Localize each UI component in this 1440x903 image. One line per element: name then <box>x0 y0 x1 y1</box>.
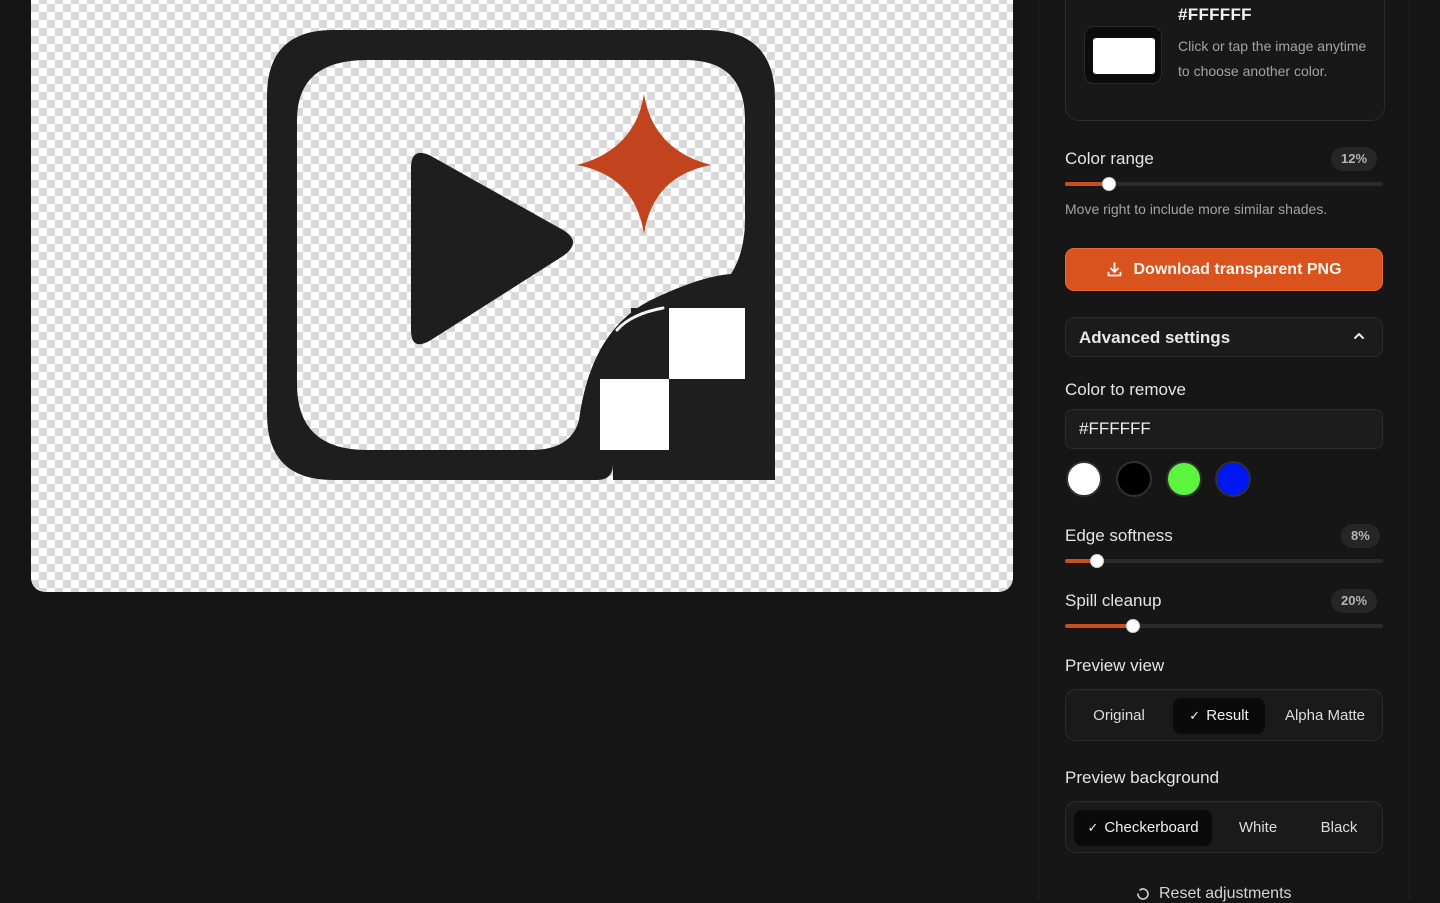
check-icon: ✓ <box>1189 708 1201 723</box>
color-range-slider[interactable] <box>1065 177 1383 191</box>
preview-view-original[interactable]: Original <box>1074 698 1164 734</box>
color-range-hint: Move right to include more similar shade… <box>1065 201 1328 217</box>
settings-panel: #FFFFFF Click or tap the image anytime t… <box>1038 0 1410 903</box>
preview-view-result-label: Result <box>1206 707 1249 724</box>
download-icon <box>1108 262 1122 277</box>
selected-color-fill <box>1093 38 1155 74</box>
logo-preview-image <box>267 30 775 480</box>
edge-softness-slider[interactable] <box>1065 554 1383 568</box>
preview-view-alpha-matte[interactable]: Alpha Matte <box>1275 698 1375 734</box>
color-range-value-badge: 12% <box>1331 147 1378 171</box>
spill-cleanup-value-badge: 20% <box>1331 589 1378 613</box>
edge-softness-handle[interactable] <box>1090 554 1104 568</box>
image-preview-canvas[interactable] <box>31 0 1013 592</box>
check-icon: ✓ <box>1087 820 1099 835</box>
preview-view-segmented-control: Original ✓ Result Alpha Matte <box>1065 689 1383 741</box>
advanced-settings-label: Advanced settings <box>1079 328 1231 347</box>
download-png-label: Download transparent PNG <box>1133 260 1342 278</box>
spill-cleanup-label: Spill cleanup <box>1065 591 1162 610</box>
app-window: #FFFFFF Click or tap the image anytime t… <box>0 0 1440 903</box>
color-to-remove-label: Color to remove <box>1065 380 1186 399</box>
spill-cleanup-fill <box>1065 624 1133 628</box>
selected-color-hex: #FFFFFF <box>1178 5 1252 24</box>
selected-color-hint: Click or tap the image anytime to choose… <box>1178 38 1367 79</box>
preview-view-label: Preview view <box>1065 656 1165 675</box>
selected-color-swatch[interactable] <box>1084 26 1162 84</box>
edge-softness-label: Edge softness <box>1065 526 1173 545</box>
color-range-handle[interactable] <box>1102 177 1116 191</box>
reset-adjustments-label: Reset adjustments <box>1159 885 1292 902</box>
preset-green-swatch[interactable] <box>1166 461 1202 497</box>
preview-background-segmented-control: ✓ Checkerboard White Black <box>1065 801 1383 853</box>
preview-background-white[interactable]: White <box>1218 810 1298 846</box>
play-icon <box>411 152 573 345</box>
preview-background-label: Preview background <box>1065 768 1220 787</box>
chevron-up-icon <box>1352 329 1366 343</box>
sparkle-icon <box>577 94 711 234</box>
preset-black-swatch[interactable] <box>1116 461 1152 497</box>
reset-adjustments-button[interactable]: Reset adjustments <box>1135 885 1292 903</box>
preset-white-swatch[interactable] <box>1066 461 1102 497</box>
preset-blue-swatch[interactable] <box>1215 461 1251 497</box>
edge-softness-value-badge: 8% <box>1341 524 1380 548</box>
download-png-button[interactable]: Download transparent PNG <box>1065 248 1383 291</box>
preview-background-checkerboard[interactable]: ✓ Checkerboard <box>1074 810 1212 846</box>
advanced-settings-toggle[interactable]: Advanced settings <box>1065 317 1383 357</box>
selected-color-card[interactable]: #FFFFFF Click or tap the image anytime t… <box>1065 0 1385 121</box>
preview-background-checkerboard-label: Checkerboard <box>1104 819 1199 836</box>
spill-cleanup-slider[interactable] <box>1065 619 1383 633</box>
preview-background-black[interactable]: Black <box>1302 810 1376 846</box>
preview-view-result[interactable]: ✓ Result <box>1173 698 1265 734</box>
color-to-remove-input[interactable] <box>1065 409 1383 449</box>
color-range-label: Color range <box>1065 149 1154 168</box>
spill-cleanup-handle[interactable] <box>1126 619 1140 633</box>
